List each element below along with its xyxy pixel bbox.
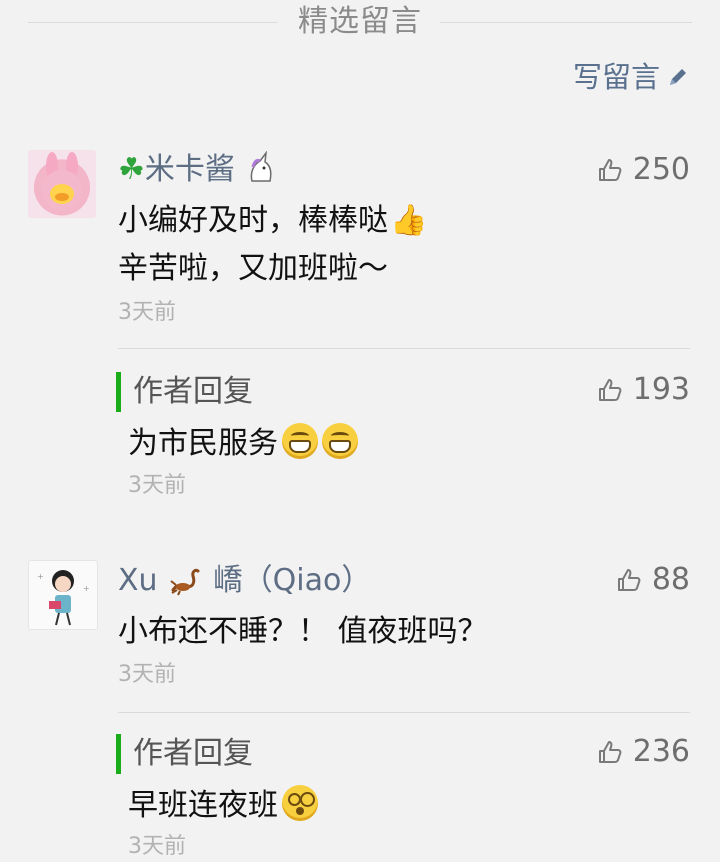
- reply-text: 早班连夜班: [128, 782, 318, 830]
- thumbs-up-outline-icon: [598, 741, 622, 763]
- comment-nickname[interactable]: Xu 嶠（Qiao）: [118, 561, 371, 601]
- write-comment-label: 写留言: [572, 60, 660, 94]
- avatar[interactable]: [28, 150, 96, 218]
- like-count: 88: [651, 562, 690, 597]
- divider: [118, 348, 690, 349]
- comment-nickname[interactable]: ☘米卡酱: [118, 150, 278, 190]
- like-count: 193: [632, 372, 690, 407]
- grinning-face-icon: [282, 423, 318, 459]
- comment-time: 3天前: [118, 662, 176, 687]
- avatar-image: [42, 152, 82, 210]
- unicorn-icon: [251, 150, 272, 182]
- comment-text: 小编好及时，棒棒哒👍 辛苦啦，又加班啦～: [118, 197, 427, 293]
- like-button[interactable]: 250: [597, 150, 690, 190]
- svg-text:+: +: [83, 584, 90, 593]
- grinning-face-icon: [322, 423, 358, 459]
- like-button[interactable]: 88: [616, 560, 690, 600]
- scorpion-icon: [170, 568, 200, 596]
- author-reply-label: 作者回复: [116, 372, 253, 412]
- dizzy-face-icon: [282, 785, 318, 821]
- avatar-image: + +: [37, 570, 90, 626]
- like-count: 236: [632, 734, 690, 769]
- section-header: 精选留言: [0, 0, 720, 44]
- reply-text: 为市民服务: [128, 420, 358, 468]
- reply-like-button[interactable]: 193: [597, 370, 690, 410]
- four-leaf-clover-icon: ☘: [118, 152, 145, 187]
- comment-time: 3天前: [118, 300, 176, 325]
- thumbs-up-icon: 👍: [390, 203, 428, 238]
- section-title: 精选留言: [284, 4, 436, 39]
- thumbs-up-outline-icon: [598, 379, 622, 401]
- like-count: 250: [632, 152, 690, 187]
- thumbs-up-outline-icon: [617, 569, 641, 591]
- divider: [118, 712, 690, 713]
- thumbs-up-outline-icon: [598, 159, 622, 181]
- reply-time: 3天前: [128, 473, 186, 498]
- author-reply-label: 作者回复: [116, 734, 253, 774]
- reply-time: 3天前: [128, 834, 186, 859]
- avatar[interactable]: + +: [28, 560, 98, 630]
- reply-like-button[interactable]: 236: [597, 732, 690, 772]
- comment-text: 小布还不睡？！ 值夜班吗？: [118, 614, 488, 649]
- pencil-icon: [670, 69, 686, 85]
- write-comment-button[interactable]: 写留言: [573, 56, 690, 98]
- svg-text:+: +: [37, 572, 44, 581]
